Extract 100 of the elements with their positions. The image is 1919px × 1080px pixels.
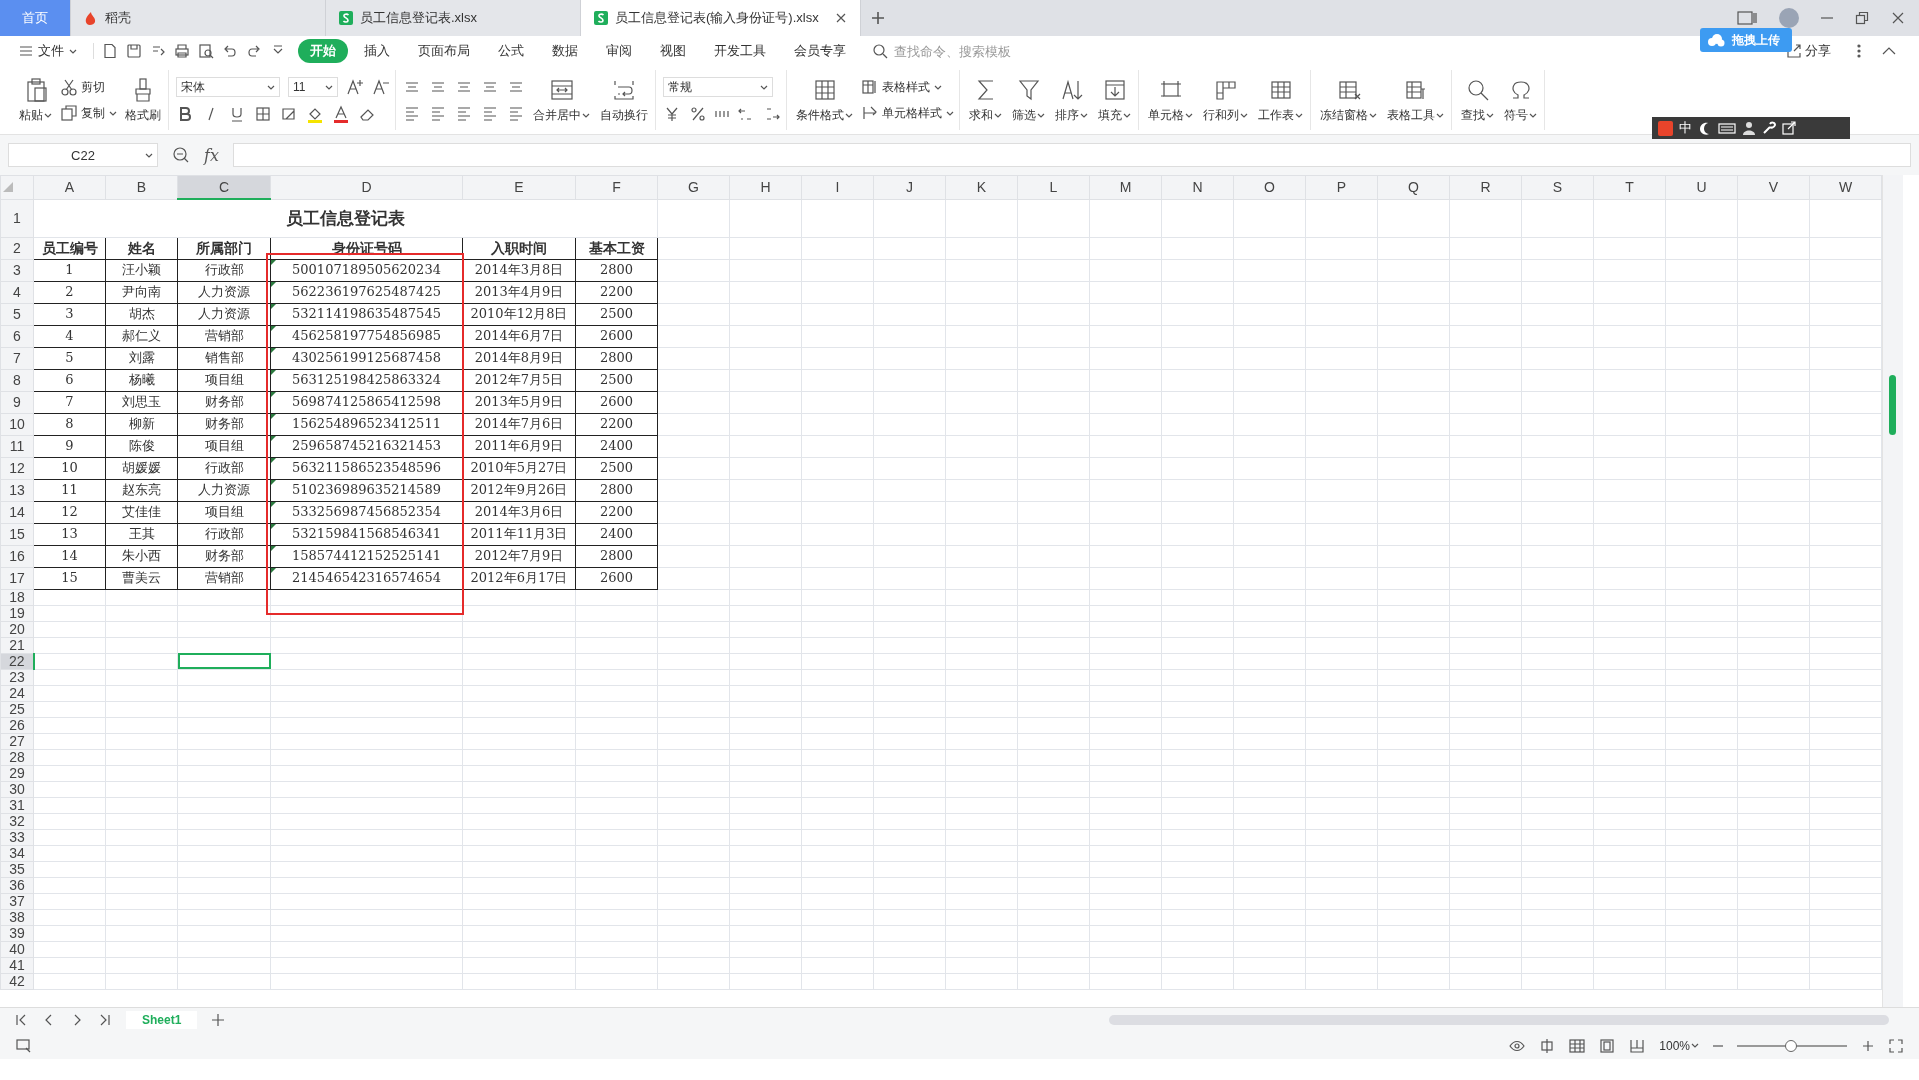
ribbon-tool-button[interactable]: 筛选 xyxy=(1010,74,1047,126)
ribbon-tool-button[interactable]: 求和 xyxy=(967,74,1004,126)
row-number[interactable]: 1 xyxy=(0,199,34,237)
table-cell: 3 xyxy=(33,303,106,325)
column-header[interactable]: I xyxy=(801,175,874,199)
row-number[interactable]: 6 xyxy=(0,325,34,347)
table-cell: 刘思玉 xyxy=(105,391,178,413)
column-header[interactable]: E xyxy=(462,175,576,199)
function-button[interactable]: fx xyxy=(204,145,219,165)
avatar[interactable] xyxy=(1779,8,1799,28)
table-cell: 朱小西 xyxy=(105,545,178,567)
column-header[interactable]: G xyxy=(657,175,730,199)
ribbon-tab[interactable]: 开发工具 xyxy=(702,39,778,63)
column-header[interactable]: U xyxy=(1665,175,1738,199)
column-header[interactable]: K xyxy=(945,175,1018,199)
active-cell[interactable] xyxy=(177,653,271,669)
column-header[interactable]: V xyxy=(1737,175,1810,199)
ribbon-tab[interactable]: 页面布局 xyxy=(406,39,482,63)
ribbon-tab[interactable]: 数据 xyxy=(540,39,590,63)
row-number[interactable]: 4 xyxy=(0,281,34,303)
paste-button[interactable]: 粘贴 xyxy=(17,74,54,126)
column-header[interactable]: S xyxy=(1521,175,1594,199)
row-number[interactable]: 9 xyxy=(0,391,34,413)
column-header[interactable]: L xyxy=(1017,175,1090,199)
column-header[interactable]: J xyxy=(873,175,946,199)
ribbon-tool-button[interactable]: 表格工具 xyxy=(1385,74,1446,126)
column-header[interactable]: A xyxy=(33,175,106,199)
column-header[interactable]: R xyxy=(1449,175,1522,199)
command-search-field[interactable]: 查找命令、搜索模板 xyxy=(872,42,1056,60)
table-cell: 13 xyxy=(33,523,106,545)
horizontal-scrollbar[interactable] xyxy=(1109,1015,1889,1025)
format-painter-button[interactable]: 格式刷 xyxy=(123,74,163,126)
zoom-thumb[interactable] xyxy=(1784,1039,1797,1052)
column-header[interactable]: W xyxy=(1809,175,1882,199)
ribbon-tool-button[interactable]: 排序 xyxy=(1053,74,1090,126)
ribbon-tool-button[interactable]: 工作表 xyxy=(1256,74,1305,126)
caret-icon xyxy=(1486,111,1494,119)
column-header[interactable]: H xyxy=(729,175,802,199)
merge-center-button[interactable]: 合并居中 xyxy=(531,74,592,126)
ribbon-tab[interactable]: 会员专享 xyxy=(782,39,858,63)
row-number[interactable]: 11 xyxy=(0,435,34,457)
document-tab[interactable]: 员工信息登记表(输入身份证号).xlsx xyxy=(581,0,861,36)
ribbon-tool-button[interactable]: 行和列 xyxy=(1201,74,1250,126)
column-header[interactable]: B xyxy=(105,175,178,199)
column-header[interactable]: P xyxy=(1305,175,1378,199)
row-number[interactable]: 14 xyxy=(0,501,34,523)
ribbon-tool-button[interactable]: 冻结窗格 xyxy=(1318,74,1379,126)
column-header[interactable]: C xyxy=(177,175,271,199)
document-tab[interactable]: 员工信息登记表.xlsx xyxy=(326,0,581,36)
ribbon-tool-button[interactable]: 查找 xyxy=(1459,74,1496,126)
ribbon-tab[interactable]: 插入 xyxy=(352,39,402,63)
formula-input[interactable] xyxy=(232,143,1911,167)
ribbon-tab[interactable]: 审阅 xyxy=(594,39,644,63)
wrap-text-button[interactable]: 自动换行 xyxy=(598,74,650,126)
ribbon-tool-button[interactable]: 单元格 xyxy=(1146,74,1195,126)
row-number[interactable]: 3 xyxy=(0,259,34,281)
vertical-scrollbar[interactable] xyxy=(1882,175,1903,1007)
table-cell: 2012年7月5日 xyxy=(462,369,576,391)
column-header[interactable]: N xyxy=(1161,175,1234,199)
column-header[interactable]: D xyxy=(270,175,463,199)
font-size-dropdown[interactable]: 11 xyxy=(288,77,338,97)
column-header[interactable]: Q xyxy=(1377,175,1450,199)
copy-button[interactable]: 复制 xyxy=(60,104,117,122)
ribbon-tool-button[interactable]: 符号 xyxy=(1502,74,1539,126)
column-header[interactable]: T xyxy=(1593,175,1666,199)
caret-icon xyxy=(1295,111,1303,119)
row-number[interactable]: 7 xyxy=(0,347,34,369)
table-cell: 2012年7月9日 xyxy=(462,545,576,567)
table-cell: 行政部 xyxy=(177,457,271,479)
cell-style-button[interactable]: 单元格样式 xyxy=(861,104,954,122)
ime-toolbar[interactable]: 中 xyxy=(1652,117,1850,139)
zoom-in-icon xyxy=(1861,1038,1875,1053)
table-style-button[interactable]: 表格样式 xyxy=(861,78,954,96)
table-cell: 2500 xyxy=(575,303,658,325)
conditional-format-button[interactable]: 条件格式 xyxy=(794,74,855,126)
row-number[interactable]: 15 xyxy=(0,523,34,545)
ribbon-tool-button[interactable]: 填充 xyxy=(1096,74,1133,126)
row-number[interactable]: 5 xyxy=(0,303,34,325)
document-tab[interactable]: 稻壳 xyxy=(71,0,326,36)
row-number[interactable]: 10 xyxy=(0,413,34,435)
column-header[interactable]: F xyxy=(575,175,658,199)
row-number[interactable]: 12 xyxy=(0,457,34,479)
font-name-dropdown[interactable]: 宋体 xyxy=(176,77,280,97)
row-number[interactable]: 16 xyxy=(0,545,34,567)
row-number[interactable]: 13 xyxy=(0,479,34,501)
ribbon-tab[interactable]: 视图 xyxy=(648,39,698,63)
name-box[interactable]: C22 xyxy=(8,143,158,167)
number-format-dropdown[interactable]: 常规 xyxy=(663,77,773,97)
column-header[interactable]: O xyxy=(1233,175,1306,199)
cut-button[interactable]: 剪切 xyxy=(60,78,117,96)
file-menu[interactable]: 文件 xyxy=(12,40,83,62)
table-cell: 12 xyxy=(33,501,106,523)
row-number[interactable]: 2 xyxy=(0,237,34,259)
caret-icon xyxy=(934,83,942,91)
cell-brush-icon xyxy=(861,104,879,122)
zoom-level[interactable]: 100% xyxy=(1659,1038,1699,1053)
ribbon-tab[interactable]: 公式 xyxy=(486,39,536,63)
row-number[interactable]: 17 xyxy=(0,567,34,589)
column-header[interactable]: M xyxy=(1089,175,1162,199)
row-number[interactable]: 8 xyxy=(0,369,34,391)
